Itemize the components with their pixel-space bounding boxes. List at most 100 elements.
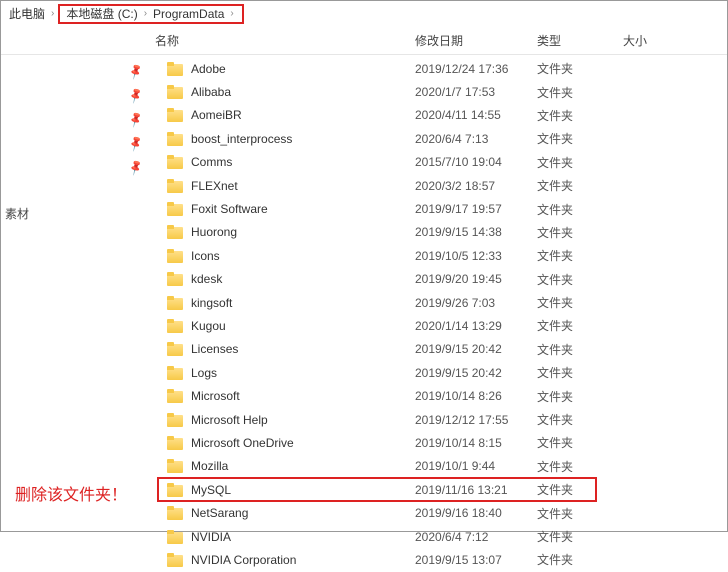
folder-name-cell[interactable]: NetSarang — [167, 506, 415, 520]
folder-name: NetSarang — [191, 506, 248, 520]
folder-icon — [167, 179, 183, 193]
column-headers: 名称 修改日期 类型 大小 — [1, 27, 727, 55]
column-header-size[interactable]: 大小 — [623, 32, 683, 49]
folder-row[interactable]: Microsoft Help2019/12/12 17:55文件夹 — [151, 408, 727, 431]
folder-name: Microsoft OneDrive — [191, 436, 294, 450]
folder-name-cell[interactable]: Icons — [167, 249, 415, 263]
quick-access-item[interactable]: 📌 — [1, 155, 151, 179]
folder-row[interactable]: MySQL2019/11/16 13:21文件夹 — [151, 478, 727, 501]
folder-row[interactable]: AomeiBR2020/4/11 14:55文件夹 — [151, 104, 727, 127]
folder-row[interactable]: Microsoft2019/10/14 8:26文件夹 — [151, 384, 727, 407]
folder-type: 文件夹 — [537, 60, 623, 77]
folder-date: 2020/1/7 17:53 — [415, 85, 537, 99]
folder-row[interactable]: Kugou2020/1/14 13:29文件夹 — [151, 314, 727, 337]
quick-access-item[interactable]: 素材 — [1, 203, 151, 224]
folder-row[interactable]: NetSarang2019/9/16 18:40文件夹 — [151, 501, 727, 524]
folder-date: 2019/10/14 8:15 — [415, 436, 537, 450]
folder-icon — [167, 483, 183, 497]
folder-name-cell[interactable]: AomeiBR — [167, 108, 415, 122]
folder-name-cell[interactable]: Logs — [167, 366, 415, 380]
folder-date: 2015/7/10 19:04 — [415, 155, 537, 169]
folder-name-cell[interactable]: boost_interprocess — [167, 132, 415, 146]
quick-access-item[interactable]: 📌 — [1, 83, 151, 107]
folder-name-cell[interactable]: Huorong — [167, 225, 415, 239]
breadcrumb[interactable]: 此电脑 › 本地磁盘 (C:) › ProgramData › — [1, 1, 727, 27]
folder-row[interactable]: Huorong2019/9/15 14:38文件夹 — [151, 221, 727, 244]
folder-name-cell[interactable]: FLEXnet — [167, 179, 415, 193]
folder-row[interactable]: Foxit Software 2019/9/17 19:57文件夹 — [151, 197, 727, 220]
folder-row[interactable]: Mozilla2019/10/1 9:44文件夹 — [151, 455, 727, 478]
folder-type: 文件夹 — [537, 411, 623, 428]
folder-name: Icons — [191, 249, 220, 263]
folder-name-cell[interactable]: Foxit Software — [167, 202, 415, 216]
annotation-text: 删除该文件夹！ — [15, 481, 127, 505]
folder-name-cell[interactable]: Microsoft Help — [167, 413, 415, 427]
folder-date: 2020/6/4 7:13 — [415, 132, 537, 146]
folder-name: kingsoft — [191, 296, 232, 310]
folder-name-cell[interactable]: Comms — [167, 155, 415, 169]
pin-icon: 📌 — [127, 86, 145, 104]
folder-type: 文件夹 — [537, 271, 623, 288]
pin-icon: 📌 — [127, 62, 145, 80]
folder-name: Mozilla — [191, 459, 228, 473]
folder-row[interactable]: Licenses2019/9/15 20:42文件夹 — [151, 338, 727, 361]
folder-type: 文件夹 — [537, 84, 623, 101]
quick-access-item[interactable]: 📌 — [1, 131, 151, 155]
folder-name: MySQL — [191, 483, 231, 497]
folder-name-cell[interactable]: NVIDIA Corporation — [167, 553, 415, 567]
folder-name-cell[interactable]: Mozilla — [167, 459, 415, 473]
pin-icon: 📌 — [127, 158, 145, 176]
folder-row[interactable]: NVIDIA Corporation2019/9/15 13:07文件夹 — [151, 548, 727, 571]
folder-date: 2020/4/11 14:55 — [415, 108, 537, 122]
navigation-pane[interactable]: 📌 📌 📌 📌 📌 素材 — [1, 55, 151, 531]
folder-date: 2019/9/17 19:57 — [415, 202, 537, 216]
folder-date: 2019/11/16 13:21 — [415, 483, 537, 497]
breadcrumb-drive[interactable]: 本地磁盘 (C:) — [64, 5, 139, 22]
folder-row[interactable]: Microsoft OneDrive 2019/10/14 8:15文件夹 — [151, 431, 727, 454]
folder-row[interactable]: FLEXnet2020/3/2 18:57文件夹 — [151, 174, 727, 197]
folder-type: 文件夹 — [537, 364, 623, 381]
folder-name-cell[interactable]: Licenses — [167, 342, 415, 356]
folder-row[interactable]: Comms2015/7/10 19:04文件夹 — [151, 151, 727, 174]
folder-icon — [167, 272, 183, 286]
quick-access-item[interactable]: 📌 — [1, 107, 151, 131]
folder-icon — [167, 506, 183, 520]
quick-access-item[interactable]: 📌 — [1, 59, 151, 83]
column-header-type[interactable]: 类型 — [537, 32, 623, 49]
folder-row[interactable]: Logs2019/9/15 20:42文件夹 — [151, 361, 727, 384]
folder-type: 文件夹 — [537, 201, 623, 218]
breadcrumb-root[interactable]: 此电脑 — [7, 5, 47, 22]
folder-row[interactable]: kingsoft2019/9/26 7:03文件夹 — [151, 291, 727, 314]
folder-row[interactable]: boost_interprocess2020/6/4 7:13文件夹 — [151, 127, 727, 150]
folder-date: 2019/10/1 9:44 — [415, 459, 537, 473]
file-list[interactable]: Adobe2019/12/24 17:36文件夹Alibaba2020/1/7 … — [151, 55, 727, 531]
folder-row[interactable]: Alibaba2020/1/7 17:53文件夹 — [151, 80, 727, 103]
folder-name-cell[interactable]: kingsoft — [167, 296, 415, 310]
folder-date: 2019/9/15 20:42 — [415, 366, 537, 380]
folder-icon — [167, 342, 183, 356]
folder-name: kdesk — [191, 272, 222, 286]
folder-name-cell[interactable]: Kugou — [167, 319, 415, 333]
folder-icon — [167, 413, 183, 427]
breadcrumb-highlighted: 本地磁盘 (C:) › ProgramData › — [58, 4, 243, 24]
folder-date: 2019/9/20 19:45 — [415, 272, 537, 286]
column-header-name[interactable]: 名称 — [151, 32, 415, 49]
folder-name-cell[interactable]: Microsoft — [167, 389, 415, 403]
folder-name: Foxit Software — [191, 202, 268, 216]
folder-name-cell[interactable]: kdesk — [167, 272, 415, 286]
breadcrumb-folder[interactable]: ProgramData — [151, 7, 226, 21]
folder-row[interactable]: Icons2019/10/5 12:33文件夹 — [151, 244, 727, 267]
folder-name-cell[interactable]: MySQL — [167, 483, 415, 497]
folder-type: 文件夹 — [537, 247, 623, 264]
folder-name-cell[interactable]: Microsoft OneDrive — [167, 436, 415, 450]
folder-row[interactable]: NVIDIA2020/6/4 7:12文件夹 — [151, 525, 727, 548]
folder-icon — [167, 553, 183, 567]
folder-name-cell[interactable]: Alibaba — [167, 85, 415, 99]
folder-icon — [167, 108, 183, 122]
folder-row[interactable]: kdesk 2019/9/20 19:45文件夹 — [151, 268, 727, 291]
column-header-date[interactable]: 修改日期 — [415, 32, 537, 49]
folder-type: 文件夹 — [537, 434, 623, 451]
folder-row[interactable]: Adobe2019/12/24 17:36文件夹 — [151, 57, 727, 80]
folder-name: Licenses — [191, 342, 238, 356]
folder-name-cell[interactable]: Adobe — [167, 62, 415, 76]
